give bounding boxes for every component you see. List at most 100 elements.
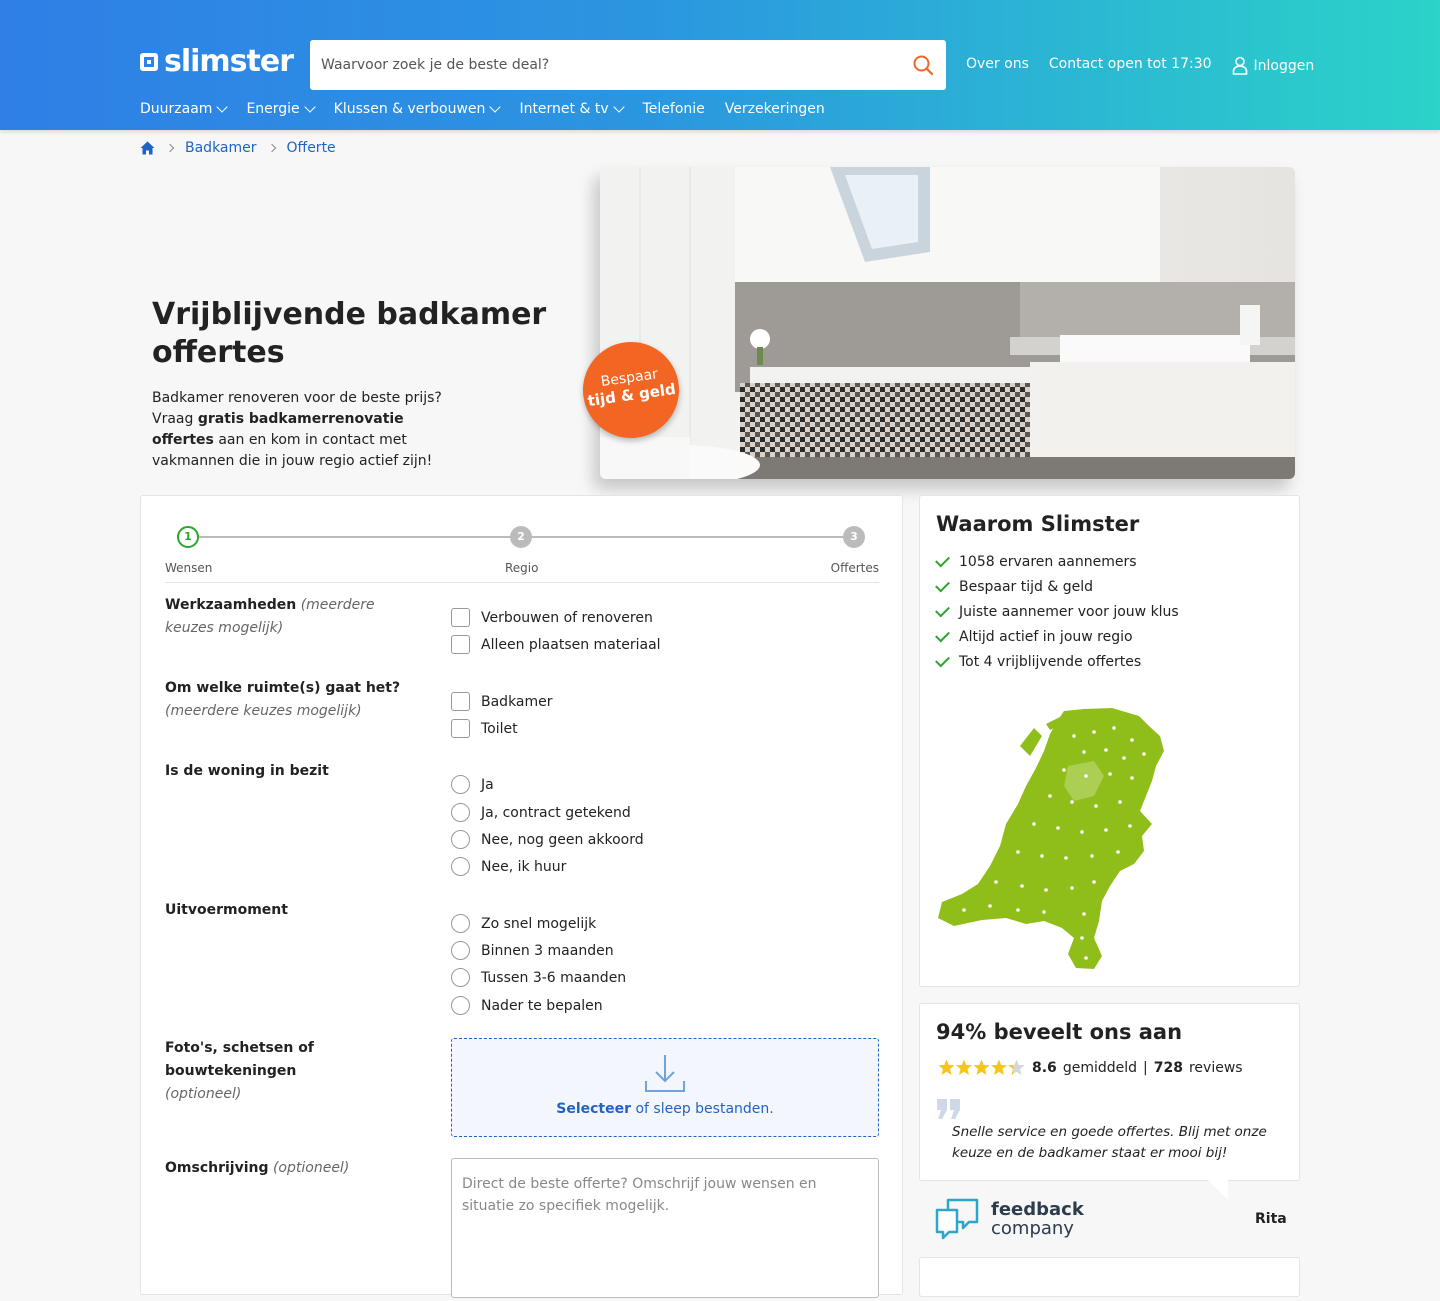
benefit-text: Tot 4 vrijblijvende offertes	[959, 653, 1142, 670]
radio[interactable]	[451, 996, 470, 1015]
option-label: Toilet	[481, 720, 518, 737]
slimster-logo[interactable]: slimster	[140, 47, 294, 77]
rating-value: 8.6	[1032, 1059, 1057, 1076]
description-box	[451, 1158, 879, 1298]
option-nee-akkoord[interactable]: Nee, nog geen akkoord	[451, 830, 644, 849]
option-ja-contract[interactable]: Ja, contract getekend	[451, 803, 631, 822]
separator: |	[1143, 1059, 1148, 1076]
option-badkamer[interactable]: Badkamer	[451, 692, 553, 711]
step-1-label: Wensen	[165, 561, 213, 575]
uitvoermoment-label: Uitvoermoment	[165, 899, 425, 922]
ruimte-label: Om welke ruimte(s) gaat het? (meerdere ke…	[165, 677, 415, 723]
login-label: Inloggen	[1253, 57, 1315, 74]
option-binnen-3[interactable]: Binnen 3 maanden	[451, 941, 614, 960]
question-hint: (optioneel)	[272, 1160, 350, 1176]
option-label: Verbouwen of renoveren	[481, 609, 653, 626]
search-input[interactable]	[310, 40, 870, 90]
option-ja[interactable]: Ja	[451, 775, 494, 794]
question-title: Is de woning in bezit	[165, 763, 329, 779]
bathroom-image	[600, 167, 1295, 479]
option-verbouwen[interactable]: Verbouwen of renoveren	[451, 608, 653, 627]
nav-label: Verzekeringen	[724, 101, 825, 117]
check-icon	[935, 627, 950, 643]
option-label: Alleen plaatsen materiaal	[481, 636, 661, 653]
user-icon	[1232, 56, 1247, 75]
nav-item-klussen[interactable]: Klussen & verbouwen	[334, 101, 502, 117]
nav-label: Duurzaam	[140, 101, 213, 117]
benefits-list: 1058 ervaren aannemers Bespaar tijd & ge…	[935, 549, 1179, 674]
checkbox[interactable]	[451, 635, 470, 654]
question-title: Werkzaamheden	[165, 597, 297, 613]
option-zo-snel[interactable]: Zo snel mogelijk	[451, 914, 596, 933]
option-label: Nee, ik huur	[481, 858, 567, 875]
radio[interactable]	[451, 775, 470, 794]
chevron-right-icon	[267, 143, 276, 153]
file-dropzone[interactable]: Selecteer of sleep bestanden.	[451, 1038, 879, 1137]
benefit-text: Bespaar tijd & geld	[959, 578, 1094, 595]
radio[interactable]	[451, 830, 470, 849]
option-label: Nader te bepalen	[481, 997, 603, 1014]
checkbox[interactable]	[451, 719, 470, 738]
option-label: Zo snel mogelijk	[481, 915, 597, 932]
nav-item-internet[interactable]: Internet & tv	[519, 101, 625, 117]
checkbox[interactable]	[451, 692, 470, 711]
feedback-company-logo[interactable]: feedback company	[935, 1198, 1084, 1240]
home-icon[interactable]	[140, 141, 155, 155]
nav-item-energie[interactable]: Energie	[246, 101, 316, 117]
quote-icon	[937, 1099, 960, 1119]
next-card	[919, 1257, 1300, 1297]
radio[interactable]	[451, 968, 470, 987]
question-title: Omschrijving	[165, 1160, 269, 1176]
question-hint: (meerdere keuzes mogelijk)	[165, 703, 362, 719]
radio[interactable]	[451, 857, 470, 876]
search-icon[interactable]	[912, 54, 934, 76]
chevron-down-icon	[216, 101, 229, 113]
provider-name-1: feedback	[991, 1199, 1084, 1220]
step-1-dot: 1	[177, 526, 199, 548]
option-tussen-3-6[interactable]: Tussen 3-6 maanden	[451, 968, 626, 987]
main-nav: Duurzaam Energie Klussen & verbouwen Int…	[140, 101, 825, 117]
nav-label: Internet & tv	[519, 101, 609, 117]
radio[interactable]	[451, 803, 470, 822]
upload-text: Selecteer of sleep bestanden.	[452, 1101, 878, 1117]
benefit-text: Altijd actief in jouw regio	[959, 628, 1133, 645]
download-icon	[645, 1055, 685, 1092]
check-icon	[935, 652, 950, 668]
rating-line: 8.6 gemiddeld | 728 reviews	[938, 1059, 1243, 1076]
bezit-label: Is de woning in bezit	[165, 760, 425, 783]
omschrijving-label: Omschrijving (optioneel)	[165, 1157, 425, 1180]
list-item: Altijd actief in jouw regio	[935, 624, 1179, 649]
benefit-text: 1058 ervaren aannemers	[959, 553, 1137, 570]
option-toilet[interactable]: Toilet	[451, 719, 518, 738]
nav-item-verzekeringen[interactable]: Verzekeringen	[725, 101, 825, 117]
about-link[interactable]: Over ons	[966, 56, 1029, 75]
description-field[interactable]	[452, 1159, 878, 1297]
review-count-label: reviews	[1188, 1059, 1243, 1076]
checkbox[interactable]	[451, 608, 470, 627]
option-nee-huur[interactable]: Nee, ik huur	[451, 857, 566, 876]
login-link[interactable]: Inloggen	[1232, 56, 1315, 75]
page-title: Vrijblijvende badkamer offertes	[152, 297, 547, 370]
search-bar	[310, 40, 946, 90]
chat-bubbles-icon	[935, 1198, 979, 1240]
breadcrumb-badkamer[interactable]: Badkamer	[185, 140, 257, 156]
option-plaatsen[interactable]: Alleen plaatsen materiaal	[451, 635, 661, 654]
nav-item-duurzaam[interactable]: Duurzaam	[140, 101, 229, 117]
reviews-title: 94% beveelt ons aan	[936, 1020, 1183, 1044]
list-item: Tot 4 vrijblijvende offertes	[935, 649, 1179, 674]
select-files-link[interactable]: Selecteer	[556, 1101, 631, 1117]
feedback-company-text: feedback company	[991, 1200, 1084, 1238]
chevron-down-icon	[612, 101, 625, 113]
breadcrumb-offerte[interactable]: Offerte	[287, 140, 336, 156]
radio[interactable]	[451, 941, 470, 960]
option-nader[interactable]: Nader te bepalen	[451, 996, 603, 1015]
option-label: Badkamer	[481, 693, 553, 710]
bubble-tail	[1208, 1180, 1228, 1200]
top-links: Over ons Contact open tot 17:30 Inloggen	[966, 56, 1314, 75]
review-quote: Snelle service en goede offertes. Blij m…	[952, 1124, 1267, 1161]
radio[interactable]	[451, 914, 470, 933]
contact-link[interactable]: Contact open tot 17:30	[1049, 56, 1212, 75]
option-label: Ja	[481, 776, 494, 793]
nav-item-telefonie[interactable]: Telefonie	[643, 101, 705, 117]
list-item: Juiste aannemer voor jouw klus	[935, 599, 1179, 624]
